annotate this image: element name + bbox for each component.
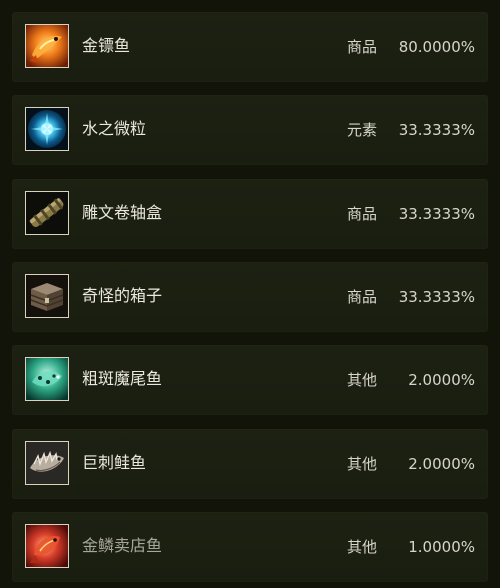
item-category: 商品 [347,288,378,306]
item-name[interactable]: 粗斑魔尾鱼 [82,369,162,389]
goldscale-fish-icon[interactable] [25,524,69,568]
drop-probability: 80.0000% [398,38,475,56]
item-category: 其他 [347,455,378,473]
item-name[interactable]: 金镖鱼 [82,36,130,56]
loot-row[interactable]: 巨刺鲑鱼 其他 2.0000% [12,429,488,499]
loot-row[interactable]: 粗斑魔尾鱼 其他 2.0000% [12,345,488,415]
loot-row[interactable]: 雕文卷轴盒 商品 33.3333% [12,179,488,249]
item-name[interactable]: 金鳞卖店鱼 [82,536,162,556]
item-category: 其他 [347,371,378,389]
loot-row[interactable]: 金镖鱼 商品 80.0000% [12,12,488,82]
drop-probability: 33.3333% [398,205,475,223]
scroll-case-icon[interactable] [25,191,69,235]
item-name[interactable]: 水之微粒 [82,119,146,139]
item-category: 商品 [347,38,378,56]
item-category: 商品 [347,205,378,223]
item-name[interactable]: 雕文卷轴盒 [82,203,162,223]
loot-list: 金镖鱼 商品 80.0000% 水之微粒 元素 33.3333% 雕文卷轴盒 商… [0,0,500,588]
item-category: 其他 [347,538,378,556]
spiny-salmon-icon[interactable] [25,441,69,485]
loot-row[interactable]: 水之微粒 元素 33.3333% [12,95,488,165]
drop-probability: 33.3333% [398,121,475,139]
drop-probability: 2.0000% [408,371,475,389]
loot-row[interactable]: 金鳞卖店鱼 其他 1.0000% [12,512,488,582]
item-name[interactable]: 巨刺鲑鱼 [82,453,146,473]
loot-row[interactable]: 奇怪的箱子 商品 33.3333% [12,262,488,332]
drop-probability: 1.0000% [408,538,475,556]
water-mote-icon[interactable] [25,107,69,151]
strange-chest-icon[interactable] [25,274,69,318]
item-name[interactable]: 奇怪的箱子 [82,286,162,306]
golden-dart-fish-icon[interactable] [25,24,69,68]
drop-probability: 2.0000% [408,455,475,473]
item-category: 元素 [347,121,378,139]
spotted-fish-icon[interactable] [25,357,69,401]
drop-probability: 33.3333% [398,288,475,306]
